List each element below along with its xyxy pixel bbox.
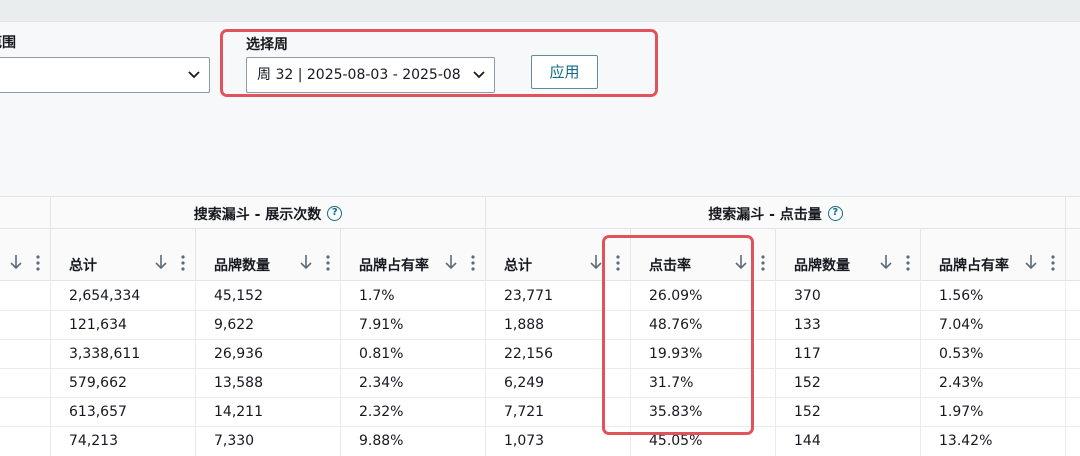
help-icon[interactable]: ? — [327, 206, 343, 221]
table-row: 3,338,611 26,936 0.81% 22,156 19.93% 117… — [0, 340, 1080, 369]
help-icon[interactable]: ? — [827, 206, 843, 221]
column-header-row: 总计 品牌数量 品牌占有率 总计 点击率 品牌数量 品牌占有率 — [0, 229, 1080, 281]
column-header-label: 总计 — [504, 258, 532, 274]
table-cell: 1.97% — [920, 398, 1065, 427]
column-header-cut[interactable] — [0, 229, 50, 281]
column-menu-icon[interactable] — [906, 255, 910, 271]
table-row: 579,662 13,588 2.34% 6,249 31.7% 152 2.4… — [0, 369, 1080, 398]
table-cell-edge — [1065, 282, 1080, 311]
column-header-label: 品牌数量 — [794, 258, 850, 274]
table-cell: 13.42% — [920, 427, 1065, 456]
table-cell-edge — [1065, 311, 1080, 340]
table-cell: 613,657 — [50, 398, 195, 427]
range-filter-label: 范围 — [0, 35, 16, 51]
column-header-impressions-brand-share[interactable]: 品牌占有率 — [340, 229, 485, 281]
table-cell: 0.81% — [340, 340, 485, 369]
column-header-label: 总计 — [69, 258, 97, 274]
column-menu-icon[interactable] — [1051, 255, 1055, 271]
table-cell-edge — [1065, 427, 1080, 456]
group-cell-empty — [0, 197, 50, 230]
table-row: 2,654,334 45,152 1.7% 23,771 26.09% 370 … — [0, 282, 1080, 311]
table-cell-cut — [0, 311, 50, 340]
table-cell: 370 — [775, 282, 920, 311]
table-row: 74,213 7,330 9.88% 1,073 45.05% 144 13.4… — [0, 427, 1080, 456]
table-cell: 9,622 — [195, 311, 340, 340]
table-cell-edge — [1065, 369, 1080, 398]
sort-arrow-icon[interactable] — [9, 253, 23, 271]
table-cell: 1.7% — [340, 282, 485, 311]
column-header-impressions-total[interactable]: 总计 — [50, 229, 195, 281]
table-cell: 2.43% — [920, 369, 1065, 398]
highlight-box-click-rate — [602, 235, 754, 435]
data-table: 搜索漏斗 - 展示次数 ? 搜索漏斗 - 点击量 ? 总计 品牌数量 品牌占有率 — [0, 196, 1080, 456]
chevron-down-icon — [188, 71, 200, 79]
group-cell-edge — [1065, 197, 1080, 230]
column-menu-icon[interactable] — [761, 255, 765, 271]
table-cell: 45,152 — [195, 282, 340, 311]
table-cell: 14,211 — [195, 398, 340, 427]
sort-arrow-icon[interactable] — [154, 253, 168, 271]
table-cell: 9.88% — [340, 427, 485, 456]
table-cell: 2.34% — [340, 369, 485, 398]
table-cell: 117 — [775, 340, 920, 369]
highlight-box-week — [220, 29, 658, 97]
table-cell: 7.04% — [920, 311, 1065, 340]
table-cell-cut — [0, 398, 50, 427]
group-clicks: 搜索漏斗 - 点击量 ? — [485, 197, 1065, 230]
table-cell: 7.91% — [340, 311, 485, 340]
table-cell: 144 — [775, 427, 920, 456]
sort-arrow-icon[interactable] — [589, 253, 603, 271]
table-cell-cut — [0, 282, 50, 311]
table-cell: 121,634 — [50, 311, 195, 340]
table-cell: 579,662 — [50, 369, 195, 398]
table-cell: 1.56% — [920, 282, 1065, 311]
table-cell-edge — [1065, 340, 1080, 369]
table-cell-cut — [0, 427, 50, 456]
sort-arrow-icon[interactable] — [879, 253, 893, 271]
group-header-row: 搜索漏斗 - 展示次数 ? 搜索漏斗 - 点击量 ? — [0, 196, 1080, 230]
group-impressions: 搜索漏斗 - 展示次数 ? — [50, 197, 485, 230]
range-select[interactable] — [0, 57, 210, 93]
column-header-label: 品牌占有率 — [359, 258, 429, 274]
group-title: 搜索漏斗 - 展示次数 — [193, 206, 322, 223]
table-cell: 152 — [775, 398, 920, 427]
column-header-clicks-brand-share[interactable]: 品牌占有率 — [920, 229, 1065, 281]
column-menu-icon[interactable] — [471, 255, 475, 271]
table-cell: 133 — [775, 311, 920, 340]
column-header-impressions-brand-count[interactable]: 品牌数量 — [195, 229, 340, 281]
group-title: 搜索漏斗 - 点击量 — [708, 206, 822, 223]
column-menu-icon[interactable] — [36, 255, 40, 271]
top-bar — [0, 0, 1080, 22]
table-row: 121,634 9,622 7.91% 1,888 48.76% 133 7.0… — [0, 311, 1080, 340]
table-cell-cut — [0, 369, 50, 398]
table-cell: 3,338,611 — [50, 340, 195, 369]
sort-arrow-icon[interactable] — [299, 253, 313, 271]
table-cell: 2,654,334 — [50, 282, 195, 311]
table-cell: 7,330 — [195, 427, 340, 456]
table-cell: 74,213 — [50, 427, 195, 456]
sort-arrow-icon[interactable] — [444, 253, 458, 271]
table-cell: 26,936 — [195, 340, 340, 369]
table-cell: 13,588 — [195, 369, 340, 398]
table-cell: 0.53% — [920, 340, 1065, 369]
table-cell: 2.32% — [340, 398, 485, 427]
table-row: 613,657 14,211 2.32% 7,721 35.83% 152 1.… — [0, 398, 1080, 427]
column-menu-icon[interactable] — [181, 255, 185, 271]
column-header-label: 品牌占有率 — [939, 258, 1009, 274]
column-header-clicks-brand-count[interactable]: 品牌数量 — [775, 229, 920, 281]
column-header-label: 品牌数量 — [214, 258, 270, 274]
column-menu-icon[interactable] — [326, 255, 330, 271]
table-cell-edge — [1065, 398, 1080, 427]
table-cell-cut — [0, 340, 50, 369]
sort-arrow-icon[interactable] — [1024, 253, 1038, 271]
column-header-edge — [1065, 229, 1080, 281]
table-cell: 152 — [775, 369, 920, 398]
